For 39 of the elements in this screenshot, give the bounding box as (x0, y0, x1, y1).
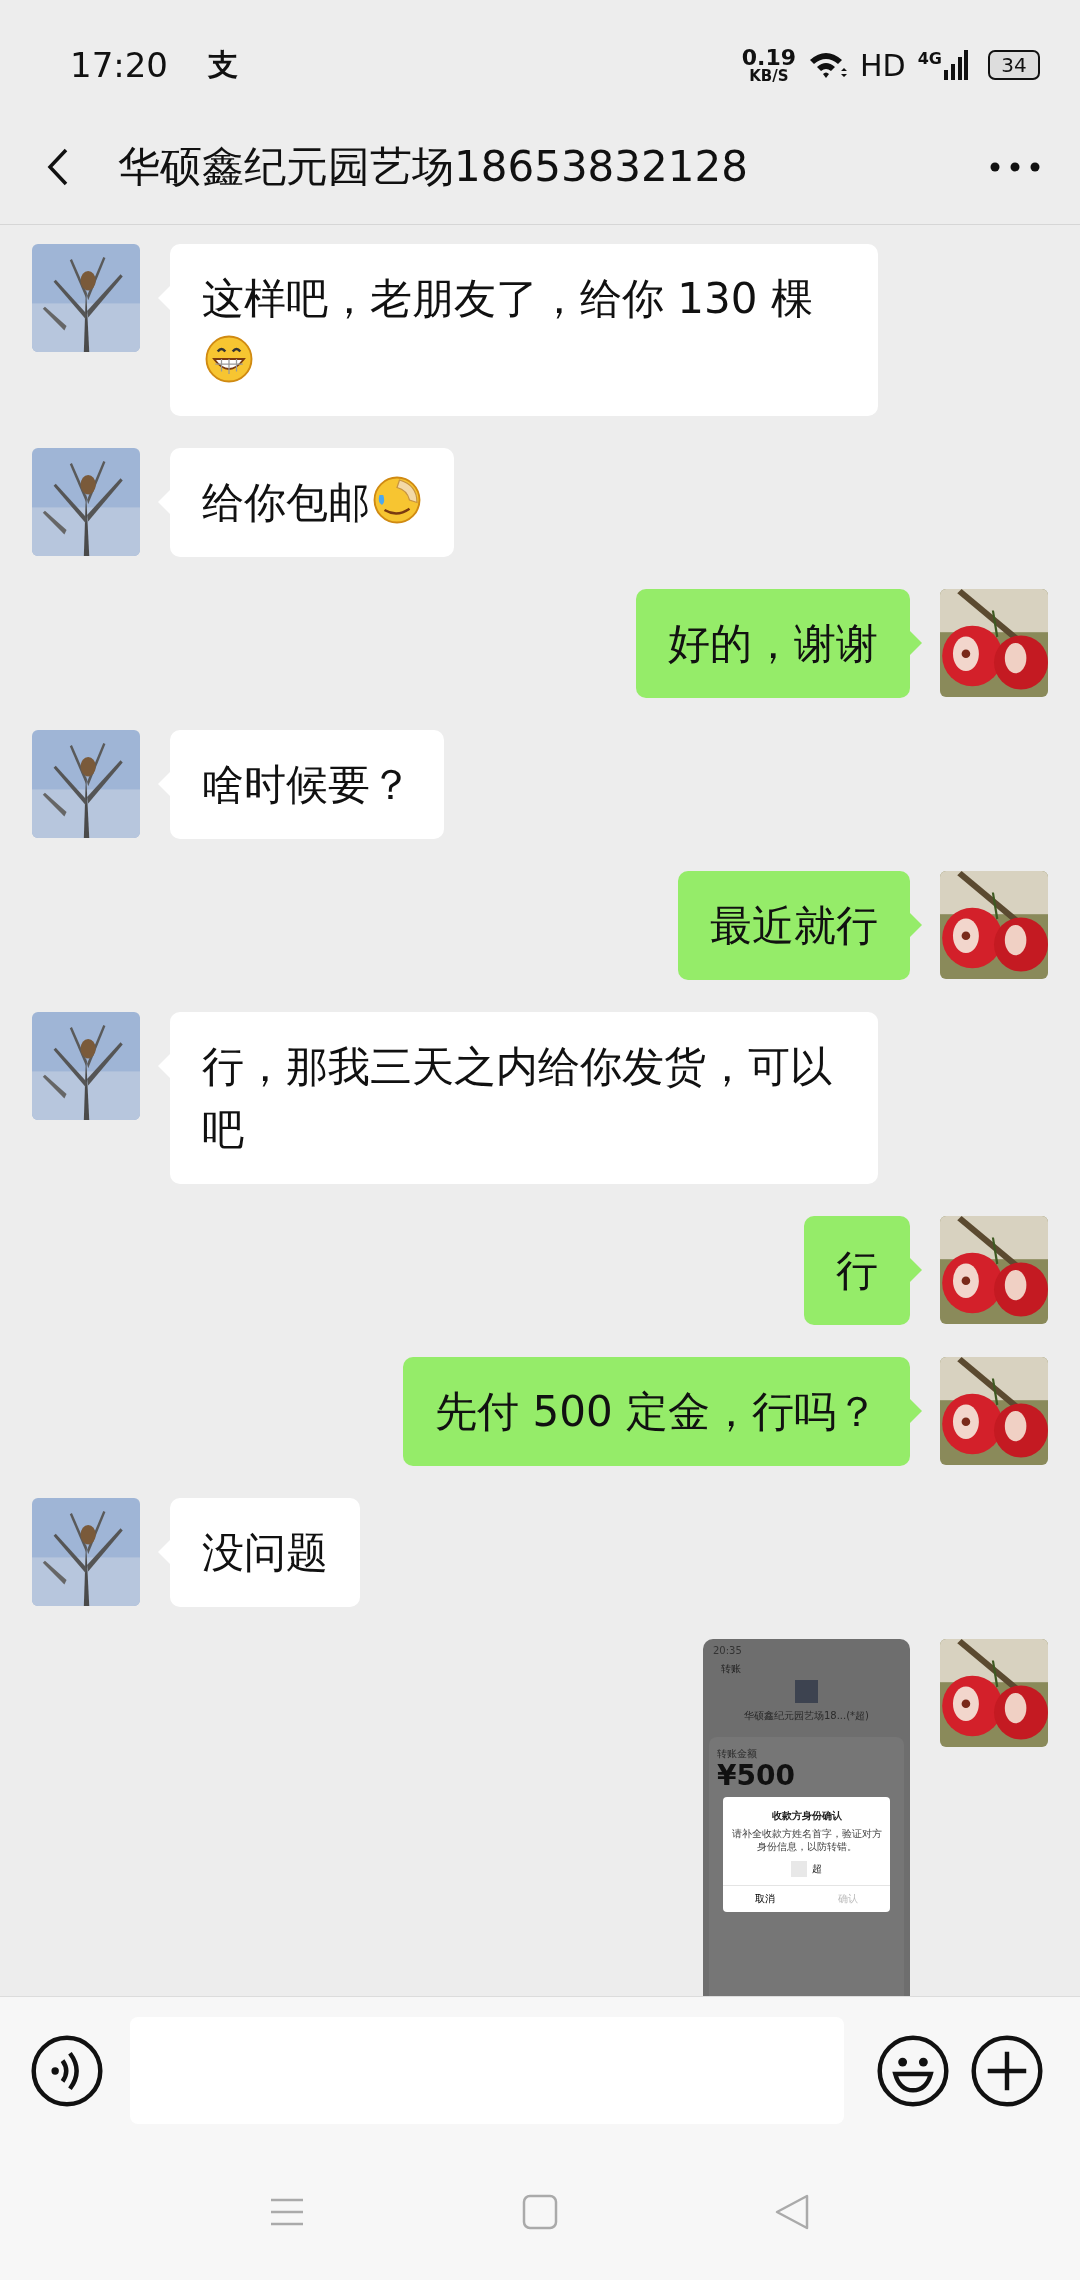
facepalm-face-icon (372, 475, 422, 525)
back-icon[interactable] (46, 147, 70, 187)
message-bubble[interactable]: 这样吧，老朋友了，给你 130 棵 (170, 244, 878, 416)
cancel-button[interactable]: 取消 (723, 1886, 807, 1912)
amount-label: 转账金额 (717, 1747, 758, 1761)
network-label: HD (860, 47, 906, 83)
screenshot-time: 20:35 (713, 1645, 742, 1656)
emoji-icon[interactable] (876, 2033, 950, 2108)
network-type: 4G (917, 48, 942, 68)
message-bubble[interactable]: 行，那我三天之内给你发货，可以吧 (170, 1012, 878, 1184)
signal-icon (944, 50, 968, 80)
message-bubble[interactable]: 行 (804, 1216, 910, 1325)
message-bubble[interactable]: 啥时候要？ (170, 730, 444, 839)
message-bubble[interactable]: 先付 500 定金，行吗？ (403, 1357, 910, 1466)
payee-avatar (795, 1680, 818, 1703)
message-bubble[interactable]: 最近就行 (678, 871, 910, 980)
voice-icon[interactable] (30, 2033, 104, 2108)
bubble-tail (910, 913, 922, 937)
amount-text: ¥500 (717, 1761, 796, 1791)
chat-title: 华硕鑫纪元园艺场18653832128 (118, 141, 749, 193)
notification-icon: 支 (208, 44, 238, 86)
battery-indicator: 34 (988, 50, 1040, 80)
bubble-tail (910, 631, 922, 655)
payee-name: 华硕鑫纪元园艺场18...(*超) (743, 1709, 870, 1723)
dialog-message: 请补全收款方姓名首字，验证对方身份信息，以防转错。 (730, 1827, 883, 1853)
dialog-title: 收款方身份确认 (771, 1809, 842, 1823)
message-bubble[interactable]: 给你包邮 (170, 448, 454, 557)
message-bubble[interactable]: 没问题 (170, 1498, 360, 1607)
bubble-tail (910, 1399, 922, 1423)
message-bubble[interactable]: 好的，谢谢 (636, 589, 910, 698)
more-icon[interactable] (990, 162, 1040, 172)
screenshot-title: 转账 (721, 1663, 741, 1674)
bubble-tail (910, 1258, 922, 1282)
grinning-face-icon (204, 334, 254, 384)
add-icon[interactable] (970, 2033, 1044, 2108)
status-time: 17:20 (70, 45, 168, 85)
name-text: 超 (812, 1862, 822, 1876)
network-speed: 0.19 KB/S (741, 46, 797, 84)
screenshot-image[interactable]: 20:35 转账 华硕鑫纪元园艺场18...(*超) 转账金额 ¥500 收款方身份确认 请补全收款方姓名首字，验证对方身份信息，以防转错。 超 取消 确认 (703, 1639, 910, 1996)
